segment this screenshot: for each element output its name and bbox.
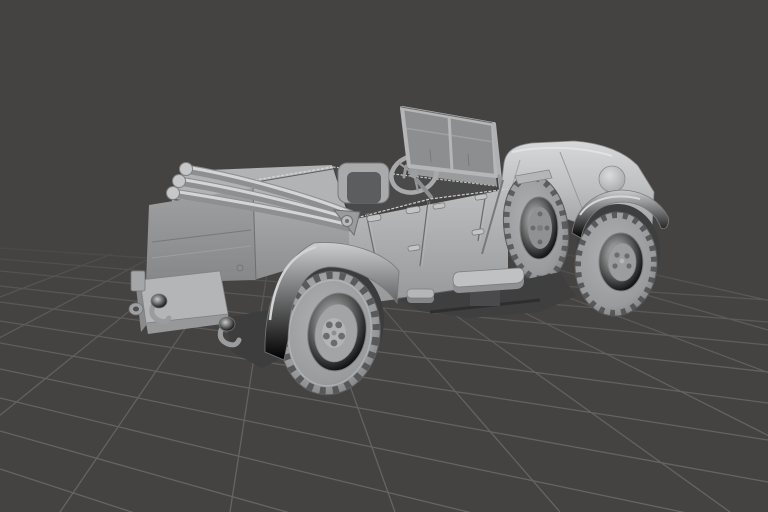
rear-step <box>406 288 435 303</box>
viewport-canvas[interactable]: untextured 3D model of WWII open-top mil… <box>0 0 768 512</box>
seat-back <box>337 162 390 204</box>
viewport-3d[interactable]: untextured 3D model of WWII open-top mil… <box>0 0 768 512</box>
side-step <box>452 267 525 293</box>
